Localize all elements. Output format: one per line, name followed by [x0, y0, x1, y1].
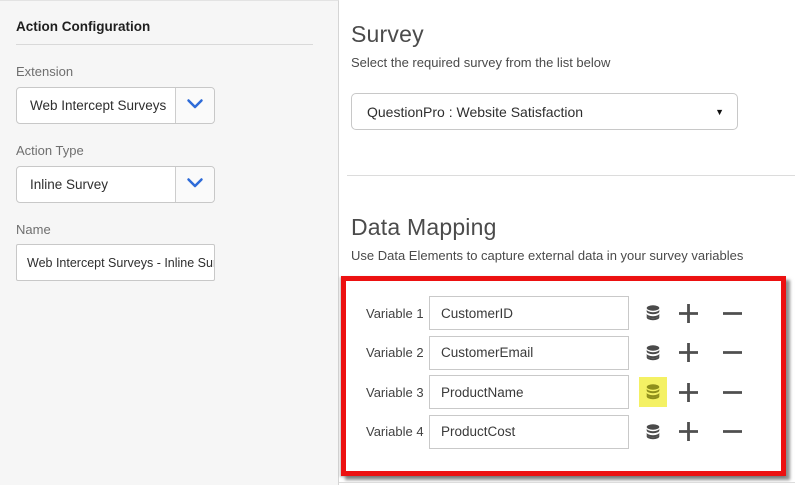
extension-label: Extension: [16, 64, 322, 79]
extension-dropdown[interactable]: Web Intercept Surveys: [16, 87, 215, 124]
remove-variable-button[interactable]: [720, 419, 745, 444]
remove-variable-button[interactable]: [720, 340, 745, 365]
data-element-picker-button[interactable]: [639, 417, 667, 447]
action-settings-panel: Survey Select the required survey from t…: [339, 0, 795, 485]
action-type-dropdown-value: Inline Survey: [17, 167, 175, 202]
minus-icon: [721, 420, 744, 443]
action-configuration-panel: Action Configuration Extension Web Inter…: [0, 0, 339, 485]
divider: [339, 482, 795, 483]
chevron-down-icon: [186, 97, 204, 115]
plus-icon: [677, 302, 700, 325]
action-type-label: Action Type: [16, 143, 322, 158]
data-element-picker-button[interactable]: [639, 338, 667, 368]
variable-2-input[interactable]: [429, 336, 629, 370]
data-mapping-annotation-box: Variable 1 Variable 2: [341, 276, 786, 476]
plus-icon: [677, 381, 700, 404]
add-variable-button[interactable]: [676, 340, 701, 365]
variable-3-label: Variable 3: [366, 385, 429, 400]
data-element-picker-button-highlighted[interactable]: [639, 377, 667, 407]
divider: [347, 175, 795, 176]
minus-icon: [721, 381, 744, 404]
variable-row-4: Variable 4: [366, 415, 781, 449]
remove-variable-button[interactable]: [720, 301, 745, 326]
survey-heading: Survey: [351, 21, 795, 48]
variable-3-input[interactable]: [429, 375, 629, 409]
variable-4-input[interactable]: [429, 415, 629, 449]
variable-row-2: Variable 2: [366, 336, 781, 370]
survey-select-value: QuestionPro : Website Satisfaction: [367, 104, 583, 120]
survey-select[interactable]: QuestionPro : Website Satisfaction ▼: [351, 93, 738, 130]
action-type-dropdown-button[interactable]: [175, 167, 214, 202]
variable-1-input[interactable]: [429, 296, 629, 330]
add-variable-button[interactable]: [676, 301, 701, 326]
action-type-dropdown[interactable]: Inline Survey: [16, 166, 215, 203]
divider: [16, 44, 313, 45]
plus-icon: [677, 420, 700, 443]
plus-icon: [677, 341, 700, 364]
database-icon: [646, 384, 660, 400]
name-label: Name: [16, 222, 322, 237]
caret-down-icon: ▼: [715, 107, 724, 117]
add-variable-button[interactable]: [676, 419, 701, 444]
variable-4-label: Variable 4: [366, 424, 429, 439]
minus-icon: [721, 302, 744, 325]
database-icon: [646, 424, 660, 440]
database-icon: [646, 345, 660, 361]
variable-row-1: Variable 1: [366, 296, 781, 330]
data-mapping-subtitle: Use Data Elements to capture external da…: [351, 248, 795, 263]
minus-icon: [721, 341, 744, 364]
extension-dropdown-button[interactable]: [175, 88, 214, 123]
panel-title: Action Configuration: [16, 19, 322, 34]
extension-dropdown-value: Web Intercept Surveys: [17, 88, 175, 123]
data-mapping-heading: Data Mapping: [351, 214, 795, 241]
add-variable-button[interactable]: [676, 380, 701, 405]
database-icon: [646, 305, 660, 321]
variable-row-3: Variable 3: [366, 375, 781, 409]
variable-1-label: Variable 1: [366, 306, 429, 321]
name-input[interactable]: [16, 244, 215, 281]
variable-2-label: Variable 2: [366, 345, 429, 360]
remove-variable-button[interactable]: [720, 380, 745, 405]
chevron-down-icon: [186, 176, 204, 194]
survey-subtitle: Select the required survey from the list…: [351, 55, 795, 70]
data-element-picker-button[interactable]: [639, 298, 667, 328]
